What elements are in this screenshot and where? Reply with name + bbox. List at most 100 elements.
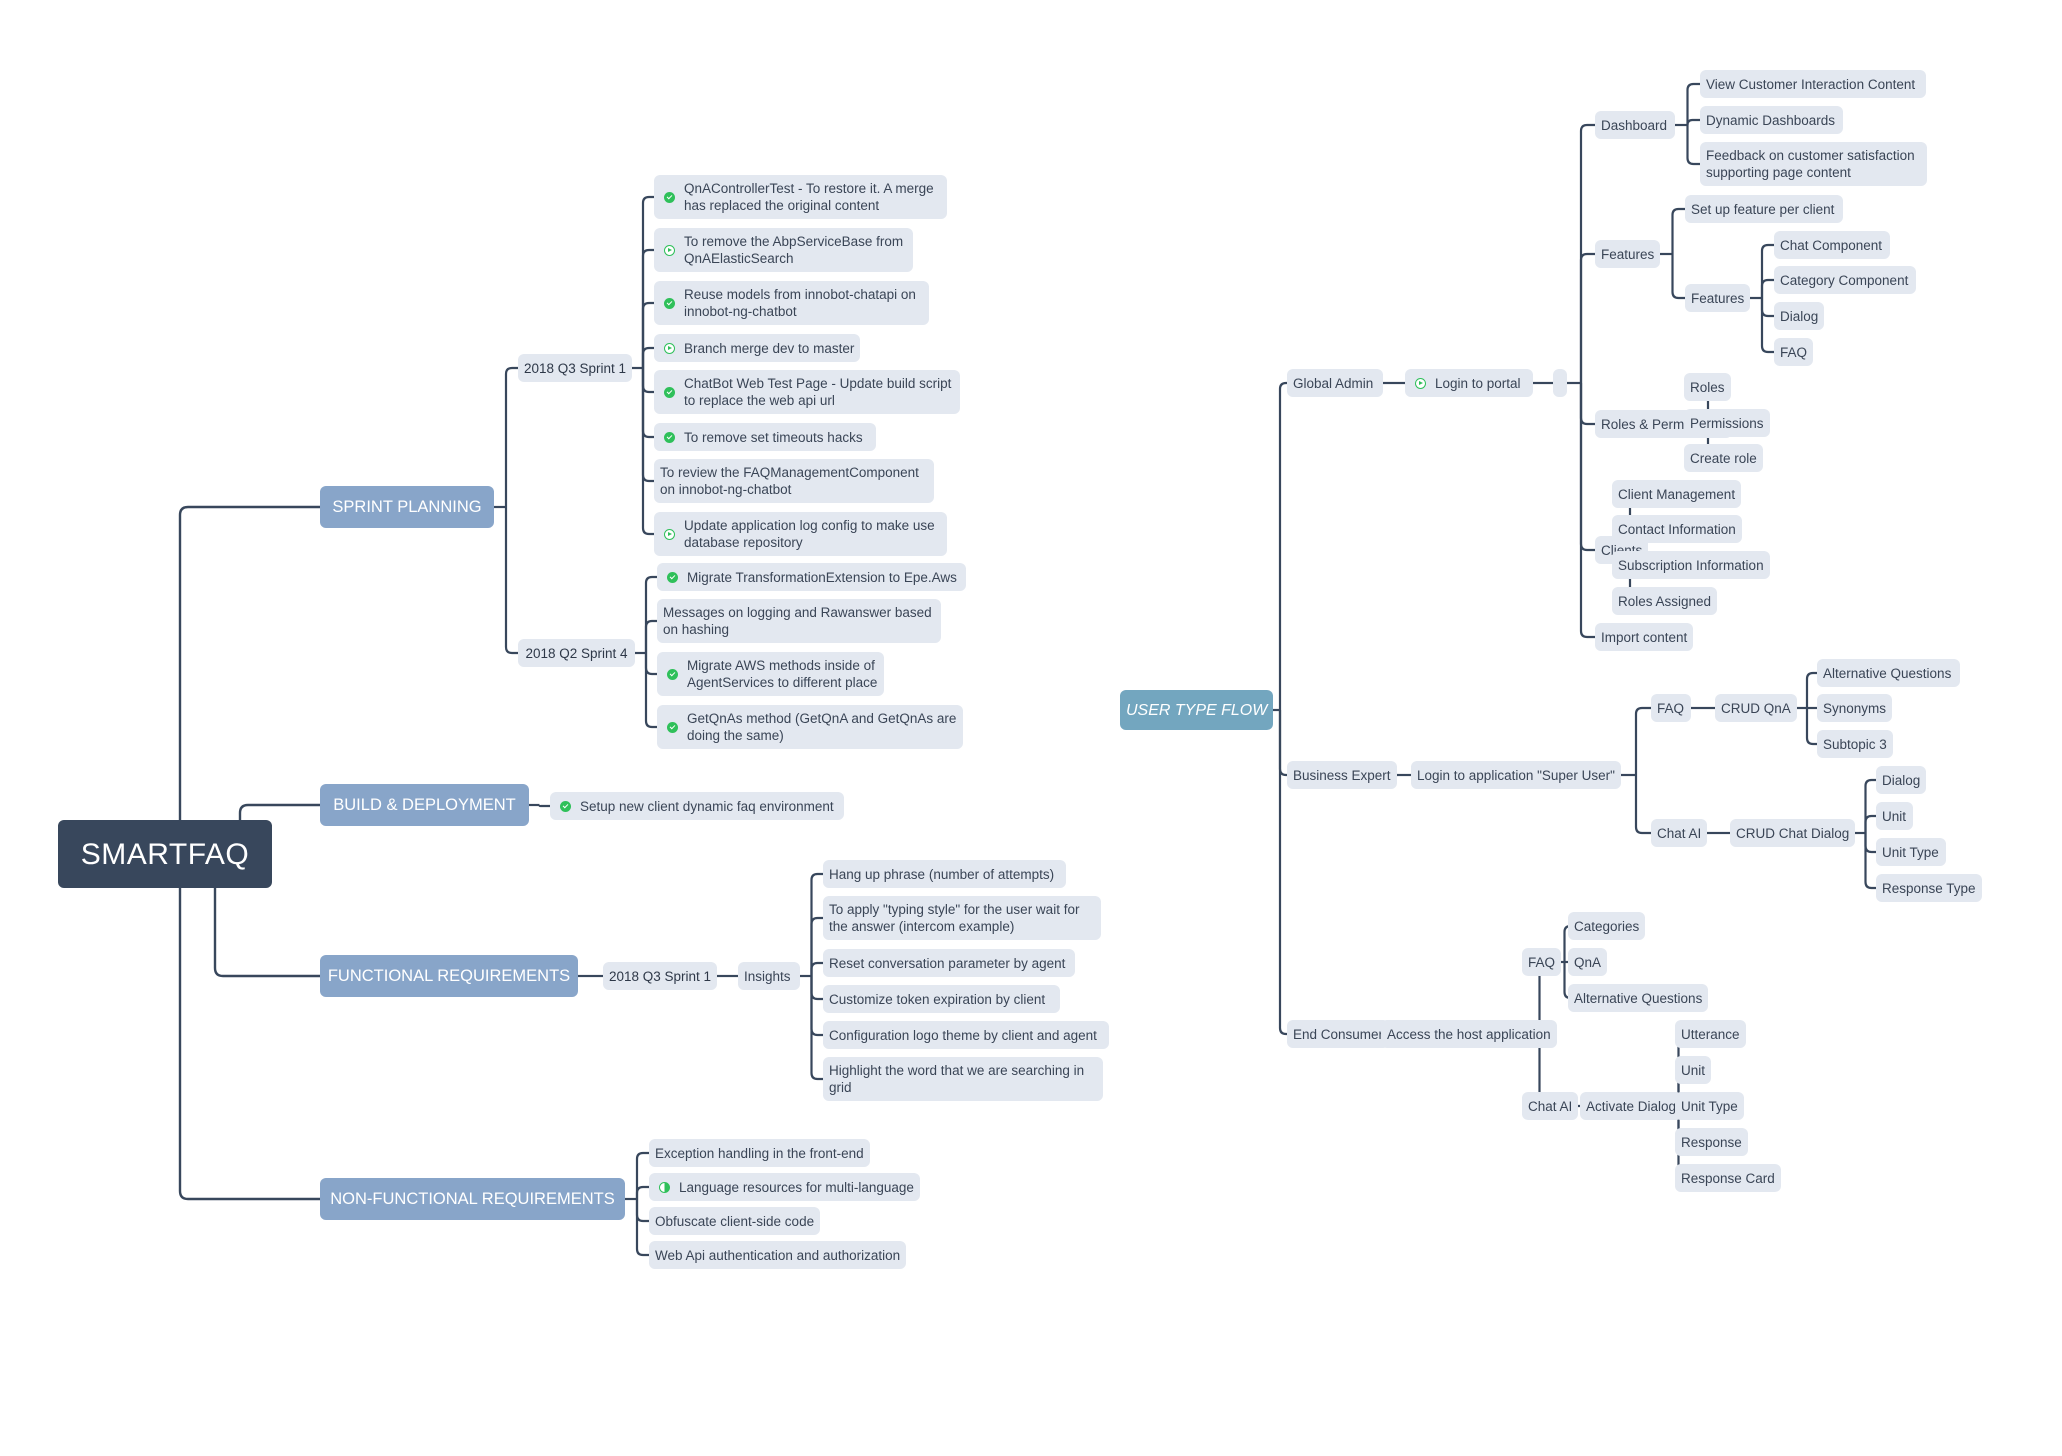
nfr-item[interactable]: Language resources for multi-language <box>649 1173 920 1201</box>
user-type-end-consumer[interactable]: End Consumer <box>1287 1020 1390 1048</box>
node-label: Import content <box>1601 629 1688 645</box>
nfr-item[interactable]: Obfuscate client-side code <box>649 1207 821 1235</box>
subtopic-insights[interactable]: Insights <box>738 962 800 990</box>
connector-line <box>1760 243 1774 298</box>
activate-dialog[interactable]: Activate Dialog <box>1580 1092 1683 1120</box>
nfr-item[interactable]: Web Api authentication and authorization <box>649 1241 907 1269</box>
be-chat-item[interactable]: Unit Type <box>1876 838 1946 866</box>
task-item[interactable]: To review the FAQManagementComponent on … <box>654 459 934 503</box>
client-item[interactable]: Roles Assigned <box>1612 587 1718 615</box>
connector-line <box>644 653 657 729</box>
task-item[interactable]: Branch merge dev to master <box>654 334 861 362</box>
ec-chat-item[interactable]: Utterance <box>1675 1020 1746 1048</box>
be-chat-item[interactable]: Unit <box>1876 802 1913 830</box>
main-topic-functional-requirements[interactable]: FUNCTIONAL REQUIREMENTS <box>320 955 578 997</box>
floating-topic-user-type-flow[interactable]: USER TYPE FLOW <box>1120 690 1274 730</box>
feature-item[interactable]: FAQ <box>1774 338 1814 366</box>
connector-line <box>1864 814 1876 833</box>
task-item[interactable]: Reuse models from innobot-chatapi on inn… <box>654 281 929 325</box>
role-item[interactable]: Permissions <box>1684 409 1770 437</box>
main-topic-non-functional-requirements[interactable]: NON-FUNCTIONAL REQUIREMENTS <box>320 1178 625 1220</box>
insight-item[interactable]: Reset conversation parameter by agent <box>823 949 1075 977</box>
ec-faq-item[interactable]: Categories <box>1568 912 1646 940</box>
client-item[interactable]: Client Management <box>1612 480 1742 508</box>
access-host-application[interactable]: Access the host application <box>1381 1020 1557 1048</box>
insight-item[interactable]: Highlight the word that we are searching… <box>823 1057 1103 1101</box>
task-item[interactable]: GetQnAs method (GetQnA and GetQnAs are d… <box>657 705 963 749</box>
feature-item[interactable]: Category Component <box>1774 266 1916 294</box>
task-item[interactable]: Setup new client dynamic faq environment <box>550 792 844 820</box>
connector-line <box>504 507 518 655</box>
blank-topic[interactable] <box>1553 369 1567 397</box>
ec-faq-topic[interactable]: FAQ <box>1522 948 1562 976</box>
subtopic-2018-q2-sprint-4[interactable]: 2018 Q2 Sprint 4 <box>518 639 635 667</box>
import-content-topic[interactable]: Import content <box>1595 623 1694 651</box>
task-item[interactable]: Migrate TransformationExtension to Epe.A… <box>657 563 966 591</box>
connector-line <box>1634 775 1651 835</box>
ec-chat-ai-topic[interactable]: Chat AI <box>1522 1092 1579 1120</box>
node-label: QnAControllerTest - To restore it. A mer… <box>684 181 934 213</box>
be-chat-item[interactable]: Dialog <box>1876 766 1927 794</box>
be-chat-ai-topic[interactable]: Chat AI <box>1651 819 1708 847</box>
insight-item[interactable]: To apply "typing style" for the user wai… <box>823 896 1101 940</box>
role-item[interactable]: Roles <box>1684 373 1731 401</box>
main-topic-build-deployment[interactable]: BUILD & DEPLOYMENT <box>320 784 529 826</box>
connector-line <box>810 961 823 976</box>
insight-item[interactable]: Hang up phrase (number of attempts) <box>823 860 1066 888</box>
check-circle-icon <box>664 386 675 398</box>
ec-faq-item[interactable]: QnA <box>1568 948 1608 976</box>
crud-chat-dialog[interactable]: CRUD Chat Dialog <box>1730 819 1856 847</box>
connector-line <box>1579 252 1595 383</box>
main-topic-sprint-planning[interactable]: SPRINT PLANNING <box>320 486 494 528</box>
be-chat-item[interactable]: Response Type <box>1876 874 1982 902</box>
be-faq-topic[interactable]: FAQ <box>1651 694 1691 722</box>
be-faq-item[interactable]: Subtopic 3 <box>1817 730 1893 758</box>
ec-chat-item[interactable]: Response Card <box>1675 1164 1781 1192</box>
task-item[interactable]: To remove the AbpServiceBase from QnAEla… <box>654 228 913 272</box>
node-label: End Consumer <box>1293 1026 1384 1042</box>
ec-chat-item[interactable]: Response <box>1675 1128 1748 1156</box>
node-label: Dashboard <box>1601 117 1668 133</box>
crud-qna[interactable]: CRUD QnA <box>1715 694 1797 722</box>
dashboard-topic[interactable]: Dashboard <box>1595 111 1675 139</box>
login-super-user[interactable]: Login to application "Super User" <box>1411 761 1621 789</box>
node-label: Login to application "Super User" <box>1417 767 1615 783</box>
dashboard-item[interactable]: View Customer Interaction Content <box>1700 70 1926 98</box>
check-circle-icon <box>667 668 678 680</box>
task-item[interactable]: QnAControllerTest - To restore it. A mer… <box>654 175 947 219</box>
task-item[interactable]: To remove set timeouts hacks <box>654 423 876 451</box>
root-topic-smartfaq[interactable]: SMARTFAQ <box>58 820 272 888</box>
client-item[interactable]: Subscription Information <box>1612 551 1770 579</box>
task-item[interactable]: Messages on logging and Rawanswer based … <box>657 599 941 643</box>
ec-faq-item[interactable]: Alternative Questions <box>1568 984 1709 1012</box>
subtopic-2018-q3-sprint-1[interactable]: 2018 Q3 Sprint 1 <box>518 354 633 382</box>
feature-item[interactable]: Dialog <box>1774 302 1825 330</box>
feature-item[interactable]: Chat Component <box>1774 231 1890 259</box>
connector-line <box>238 803 320 820</box>
subtopic-2018-q3-sprint-1-functional[interactable]: 2018 Q3 Sprint 1 <box>603 962 718 990</box>
be-faq-item[interactable]: Alternative Questions <box>1817 659 1960 687</box>
insight-item[interactable]: Customize token expiration by client <box>823 985 1060 1013</box>
feature-setup-item[interactable]: Set up feature per client <box>1685 195 1843 223</box>
dashboard-item[interactable]: Dynamic Dashboards <box>1700 106 1843 134</box>
user-type-global-admin[interactable]: Global Admin <box>1287 369 1383 397</box>
play-circle-icon <box>664 528 675 540</box>
role-item[interactable]: Create role <box>1684 444 1763 472</box>
ec-chat-item[interactable]: Unit <box>1675 1056 1712 1084</box>
dashboard-item[interactable]: Feedback on customer satisfaction suppor… <box>1700 142 1927 186</box>
client-item[interactable]: Contact Information <box>1612 515 1742 543</box>
connector-line <box>644 653 657 676</box>
be-faq-item[interactable]: Synonyms <box>1817 694 1893 722</box>
user-type-business-expert[interactable]: Business Expert <box>1287 761 1397 789</box>
ec-chat-item[interactable]: Unit Type <box>1675 1092 1744 1120</box>
insight-item[interactable]: Configuration logo theme by client and a… <box>823 1021 1109 1049</box>
task-item[interactable]: Migrate AWS methods inside of AgentServi… <box>657 652 884 696</box>
nfr-item[interactable]: Exception handling in the front-end <box>649 1139 870 1167</box>
node-label: Categories <box>1574 918 1640 934</box>
features-subtopic[interactable]: Features <box>1685 284 1751 312</box>
task-item[interactable]: ChatBot Web Test Page - Update build scr… <box>654 370 960 414</box>
features-topic[interactable]: Features <box>1595 240 1661 268</box>
task-item[interactable]: Update application log config to make us… <box>654 512 947 556</box>
login-to-portal[interactable]: Login to portal <box>1405 369 1533 397</box>
node-label: Feedback on customer satisfaction suppor… <box>1706 148 1915 180</box>
